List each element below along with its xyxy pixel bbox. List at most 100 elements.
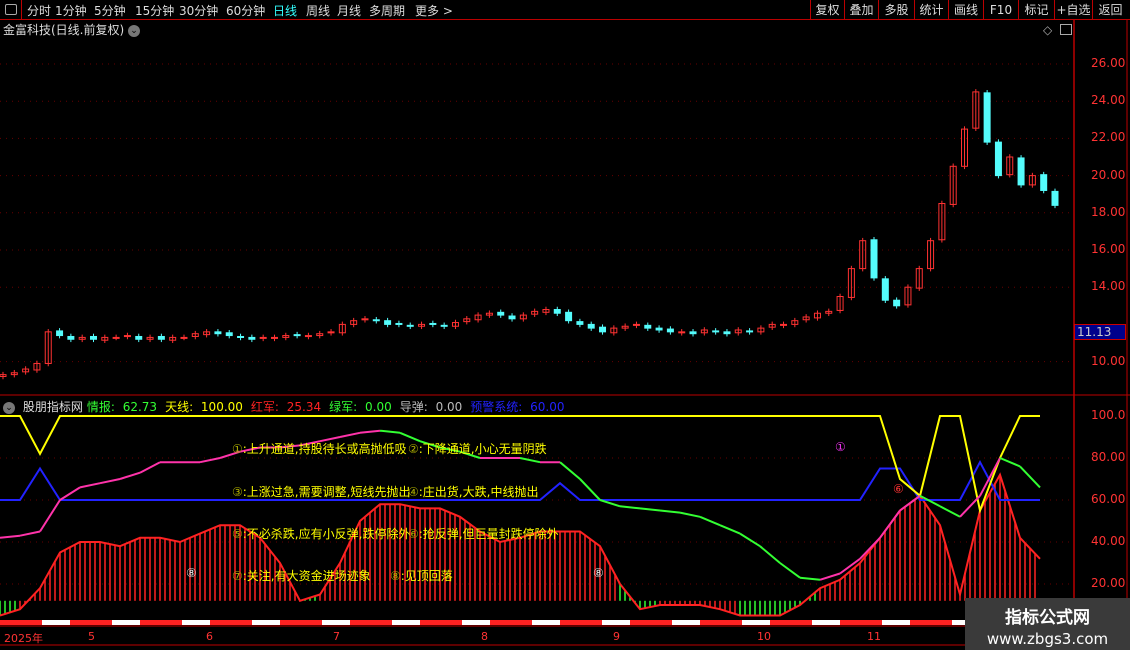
signal-strip [574,620,588,625]
candle [994,141,1002,177]
signal-strip [924,620,938,625]
candle [372,319,380,322]
field-label: 绿军: [329,400,361,414]
indicator-field: 绿军: 0.00 [329,400,396,414]
signal-strip [714,620,728,625]
intel-line [379,429,401,434]
watermark: 指标公式网 www.zbgs3.com [965,598,1130,650]
signal-strip [910,620,924,625]
candle [123,335,131,338]
field-label: 情报: [86,400,119,414]
field-value: 100.00 [200,400,243,414]
signal-strip [896,620,910,625]
candle [259,336,267,339]
date-label: 5 [88,630,95,643]
intel-line [779,562,801,579]
price-axis-label: 10.00 [1091,353,1126,368]
indicator-name[interactable]: 股朋指标网 [23,400,83,414]
candle [780,323,788,326]
chevron-down-icon[interactable]: ⌄ [3,401,15,414]
signal-strip [602,620,616,625]
legend-text: :上涨过急,需要调整,短线先抛出 [242,485,411,499]
legend-item: ①:上升通道,持股待长或高抛低吸 [232,440,407,457]
signal-strip [672,620,686,625]
intel-line [579,478,601,501]
candle [983,92,991,143]
candle [689,331,697,335]
intel-line [559,461,581,480]
field-value: 62.73 [122,400,158,414]
signal-strip [448,620,462,625]
indicator-axis-label: 100.0 [1091,408,1126,422]
signal-strip [154,620,168,625]
signal-strip [504,620,518,625]
field-label: 导弹: [399,400,432,414]
indicator-field: 导弹: 0.00 [400,400,467,414]
intel-line [819,572,841,581]
signal-strip [210,620,224,625]
signal-strip [868,620,882,625]
signal-strip [378,620,392,625]
price-axis-label: 26.00 [1091,56,1126,70]
signal-mark: ⑧ [593,566,604,580]
legend-item: ③:上涨过急,需要调整,短线先抛出 [232,483,410,500]
signal-strip [294,620,308,625]
signal-strip [266,620,280,625]
intel-line [519,457,541,464]
intel-line [799,576,821,581]
date-label: 2025年 [4,632,43,645]
field-label: 红军: [250,400,283,414]
last-price-tag: 11.13 [1074,324,1126,340]
field-label: 天线: [165,400,197,414]
candle [214,331,222,335]
legend-text: :庄出货,大跌,中线抛出 [418,485,539,499]
signal-strip [616,620,630,625]
signal-strip [70,620,84,625]
signal-strip [42,620,56,625]
candle [395,322,403,325]
signal-strip [770,620,784,625]
legend-text: :下降通道,小心无量阴跌 [418,442,547,456]
indicator-axis-label: 40.00 [1091,534,1126,548]
signal-strip [546,620,560,625]
signal-strip [392,620,406,625]
candle [304,335,312,338]
signal-strip [224,620,238,625]
candle [893,299,901,307]
intel-line [199,457,221,464]
legend-number: ⑦ [232,569,243,583]
intel-line [659,509,681,514]
signal-strip [700,620,714,625]
signal-strip [140,620,154,625]
intel-line [999,457,1021,468]
candle [553,309,561,314]
candle [180,336,188,339]
signal-mark: ⑥ [893,482,904,496]
intel-line [759,545,781,564]
date-label: 10 [757,630,771,643]
intel-line [359,429,381,434]
candle [248,336,256,340]
watermark-title: 指标公式网 [1005,608,1090,628]
date-label: 11 [867,630,881,643]
chart-canvas[interactable] [0,0,1130,650]
candle [1040,174,1048,191]
signal-strip [126,620,140,625]
candle [89,335,97,340]
candle [655,327,663,331]
signal-strip [476,620,490,625]
signal-strip [644,620,658,625]
legend-text: :抢反弹,但巨量封跌停除外 [418,527,559,541]
indicator-header: ⌄ 股朋指标网 情报: 62.73 天线: 100.00 红军: 25.34 绿军: 0… [3,398,577,415]
intel-line [0,534,21,539]
intel-line [979,457,1001,497]
candle [587,323,595,329]
legend-item: ⑥:抢反弹,但巨量封跌停除外 [408,525,559,542]
field-value: 25.34 [286,400,322,414]
candle [666,328,674,333]
price-axis-label: 22.00 [1091,130,1126,145]
date-label: 6 [206,630,213,643]
date-label: 7 [333,630,340,643]
signal-strip [812,620,826,625]
signal-strip [168,620,182,625]
